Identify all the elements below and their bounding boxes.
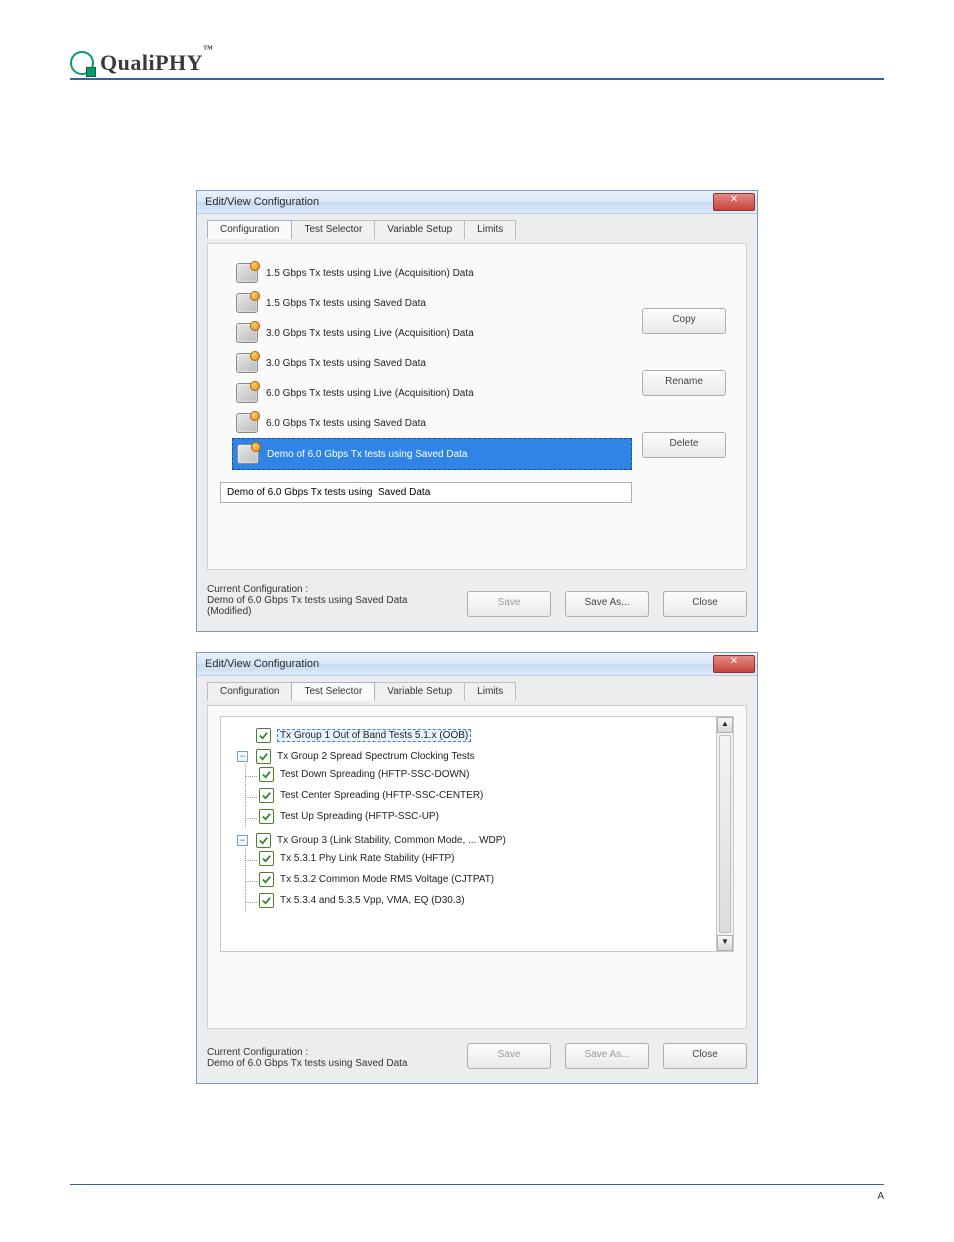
scrollbar-thumb[interactable] [719,735,731,933]
tree-node-label: Tx 5.3.4 and 5.3.5 Vpp, VMA, EQ (D30.3) [280,895,465,906]
tree-node-group2[interactable]: − Tx Group 2 Spread Spectrum Clocking Te… [237,749,706,764]
tab-configuration[interactable]: Configuration [207,682,292,701]
tab-configuration[interactable]: Configuration [207,220,292,239]
edit-view-configuration-dialog-2: Edit/View Configuration ✕ Configuration … [196,652,758,1084]
tree-node-label: Test Center Spreading (HFTP-SSC-CENTER) [280,790,483,801]
header-divider [70,78,884,80]
close-button[interactable]: Close [663,1043,747,1069]
configuration-label: 3.0 Gbps Tx tests using Live (Acquisitio… [266,328,474,339]
page-footer: A [70,1184,884,1202]
tree-node-label: Tx 5.3.1 Phy Link Rate Stability (HFTP) [280,853,455,864]
config-file-icon [236,413,258,433]
close-icon[interactable]: ✕ [713,193,755,211]
configuration-item[interactable]: 1.5 Gbps Tx tests using Saved Data [232,288,632,318]
save-button[interactable]: Save [467,1043,551,1069]
configuration-label: 1.5 Gbps Tx tests using Saved Data [266,298,426,309]
edit-view-configuration-dialog-1: Edit/View Configuration ✕ Configuration … [196,190,758,632]
tab-variable-setup[interactable]: Variable Setup [374,220,465,239]
copy-button[interactable]: Copy [642,308,726,334]
configuration-label: 1.5 Gbps Tx tests using Live (Acquisitio… [266,268,474,279]
configuration-item[interactable]: 6.0 Gbps Tx tests using Saved Data [232,408,632,438]
checkbox-icon[interactable] [259,851,274,866]
config-file-icon [236,383,258,403]
config-file-icon [237,444,259,464]
configuration-list[interactable]: 1.5 Gbps Tx tests using Live (Acquisitio… [232,258,632,470]
page-letter: A [877,1191,884,1202]
checkbox-icon[interactable] [259,872,274,887]
rename-button[interactable]: Rename [642,370,726,396]
configuration-label: Demo of 6.0 Gbps Tx tests using Saved Da… [267,449,467,460]
dialog-title: Edit/View Configuration [205,658,319,670]
tree-expander-icon[interactable]: − [237,751,248,762]
tab-strip: Configuration Test Selector Variable Set… [207,682,747,701]
scroll-up-icon[interactable]: ▲ [717,717,733,733]
tab-limits[interactable]: Limits [464,682,516,701]
tree-node[interactable]: Test Down Spreading (HFTP-SSC-DOWN) [259,767,706,782]
tree-node-group3[interactable]: − Tx Group 3 (Link Stability, Common Mod… [237,833,706,848]
tree-node-label: Tx 5.3.2 Common Mode RMS Voltage (CJTPAT… [280,874,494,885]
tree-node[interactable]: Test Center Spreading (HFTP-SSC-CENTER) [259,788,706,803]
tree-node[interactable]: Test Up Spreading (HFTP-SSC-UP) [259,809,706,824]
checkbox-icon[interactable] [259,893,274,908]
configuration-item[interactable]: 3.0 Gbps Tx tests using Live (Acquisitio… [232,318,632,348]
configuration-item[interactable]: 3.0 Gbps Tx tests using Saved Data [232,348,632,378]
tree-node-label: Tx Group 1 Out of Band Tests 5.1.x (OOB) [277,729,471,742]
tree-node-label: Test Down Spreading (HFTP-SSC-DOWN) [280,769,469,780]
brand-name: QualiPHY™ [100,50,214,76]
close-button[interactable]: Close [663,591,747,617]
tab-test-selector[interactable]: Test Selector [291,682,375,701]
configuration-name-input[interactable] [220,482,632,503]
tree-node[interactable]: Tx 5.3.4 and 5.3.5 Vpp, VMA, EQ (D30.3) [259,893,706,908]
close-icon[interactable]: ✕ [713,655,755,673]
configuration-label: 3.0 Gbps Tx tests using Saved Data [266,358,426,369]
current-config-value: Demo of 6.0 Gbps Tx tests using Saved Da… [207,595,453,617]
config-file-icon [236,263,258,283]
tree-node[interactable]: Tx 5.3.1 Phy Link Rate Stability (HFTP) [259,851,706,866]
save-button[interactable]: Save [467,591,551,617]
tree-node-label: Tx Group 3 (Link Stability, Common Mode,… [277,835,506,846]
config-file-icon [236,353,258,373]
tab-strip: Configuration Test Selector Variable Set… [207,220,747,239]
current-config-value: Demo of 6.0 Gbps Tx tests using Saved Da… [207,1058,453,1069]
brand-logo: QualiPHY™ [70,50,884,76]
tree-node-label: Test Up Spreading (HFTP-SSC-UP) [280,811,439,822]
tab-variable-setup[interactable]: Variable Setup [374,682,465,701]
config-file-icon [236,293,258,313]
dialog-title: Edit/View Configuration [205,196,319,208]
test-tree[interactable]: Tx Group 1 Out of Band Tests 5.1.x (OOB)… [220,716,717,952]
checkbox-icon[interactable] [256,728,271,743]
checkbox-icon[interactable] [259,788,274,803]
configuration-item[interactable]: 1.5 Gbps Tx tests using Live (Acquisitio… [232,258,632,288]
configuration-label: 6.0 Gbps Tx tests using Live (Acquisitio… [266,388,474,399]
dialog-titlebar: Edit/View Configuration ✕ [197,653,757,676]
qualiphy-icon [70,51,94,75]
checkbox-icon[interactable] [256,749,271,764]
current-config-label: Current Configuration : [207,1047,453,1058]
checkbox-icon[interactable] [259,809,274,824]
configuration-item[interactable]: 6.0 Gbps Tx tests using Live (Acquisitio… [232,378,632,408]
save-as-button[interactable]: Save As... [565,591,649,617]
tree-node-label: Tx Group 2 Spread Spectrum Clocking Test… [277,751,475,762]
tree-node-group1[interactable]: Tx Group 1 Out of Band Tests 5.1.x (OOB) [237,728,706,743]
tree-expander-icon[interactable]: − [237,835,248,846]
scroll-down-icon[interactable]: ▼ [717,935,733,951]
tree-node[interactable]: Tx 5.3.2 Common Mode RMS Voltage (CJTPAT… [259,872,706,887]
configuration-label: 6.0 Gbps Tx tests using Saved Data [266,418,426,429]
configuration-item[interactable]: Demo of 6.0 Gbps Tx tests using Saved Da… [232,438,632,470]
config-file-icon [236,323,258,343]
delete-button[interactable]: Delete [642,432,726,458]
save-as-button[interactable]: Save As... [565,1043,649,1069]
tab-test-selector[interactable]: Test Selector [291,220,375,239]
dialog-titlebar: Edit/View Configuration ✕ [197,191,757,214]
checkbox-icon[interactable] [259,767,274,782]
checkbox-icon[interactable] [256,833,271,848]
current-config-label: Current Configuration : [207,584,453,595]
tab-limits[interactable]: Limits [464,220,516,239]
